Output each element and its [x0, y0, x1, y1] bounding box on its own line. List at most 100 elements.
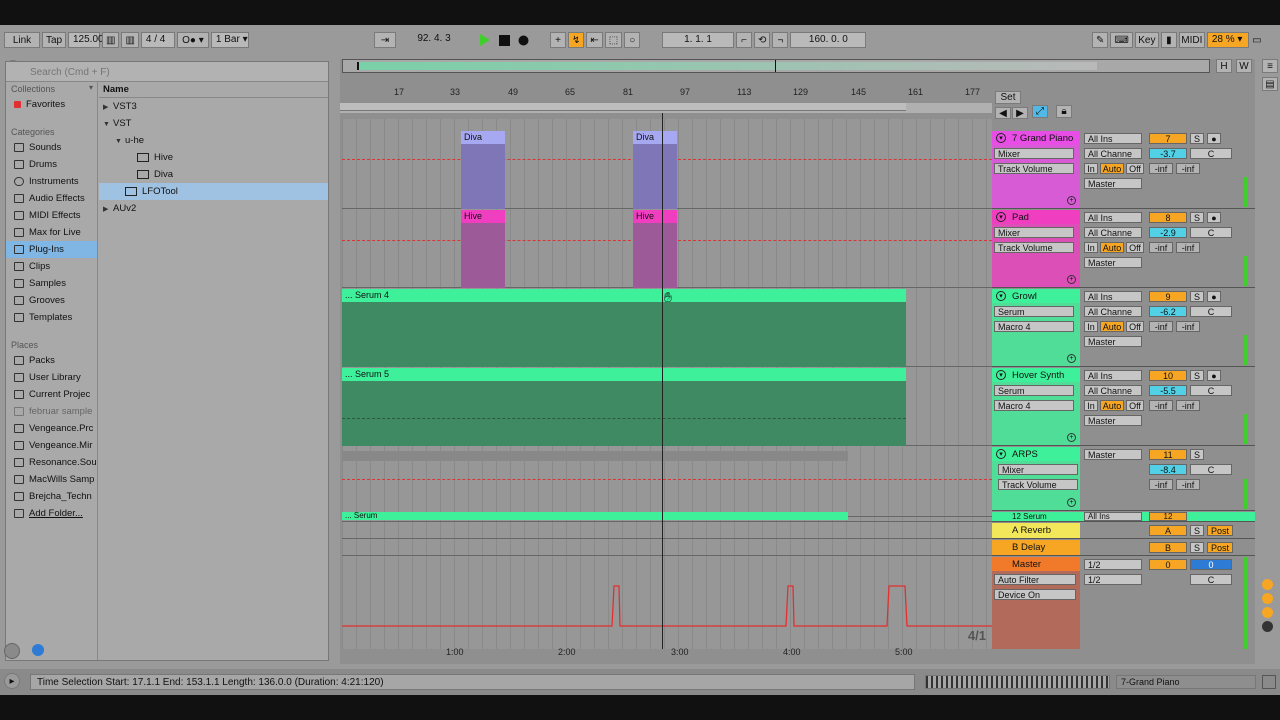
- pan-field[interactable]: C: [1190, 464, 1232, 475]
- category-templates[interactable]: Templates: [6, 309, 97, 326]
- preview-icon[interactable]: [32, 644, 44, 656]
- lane-arps[interactable]: [342, 447, 992, 517]
- param-chooser[interactable]: Macro 4: [994, 400, 1074, 411]
- lane-b-delay[interactable]: [342, 540, 992, 556]
- monitor-in-button[interactable]: In: [1084, 163, 1098, 174]
- volume-field[interactable]: -6.2: [1149, 306, 1187, 317]
- output-menu[interactable]: Master: [1084, 178, 1142, 189]
- arm-button[interactable]: ●: [1207, 212, 1221, 223]
- arm-button[interactable]: ●: [1207, 370, 1221, 381]
- add-lane-icon[interactable]: +: [1067, 498, 1076, 507]
- set-locator-button[interactable]: Set: [995, 91, 1021, 104]
- quantize-menu[interactable]: 1 Bar ▾: [210, 32, 249, 48]
- device-chooser[interactable]: Mixer: [998, 464, 1078, 475]
- track-activator[interactable]: 11: [1149, 449, 1187, 460]
- clip-diva-1[interactable]: Diva: [461, 131, 505, 209]
- capture-icon[interactable]: ⬚: [604, 32, 623, 48]
- collapse-icon[interactable]: ▼: [103, 116, 113, 133]
- category-drums[interactable]: Drums: [6, 156, 97, 173]
- lane-12-serum[interactable]: ... Serum: [342, 512, 992, 522]
- next-locator-icon[interactable]: ▶: [1012, 107, 1028, 119]
- solo-button[interactable]: S: [1190, 370, 1204, 381]
- arm-button[interactable]: ●: [1207, 133, 1221, 144]
- time-signature-field[interactable]: 4 / 4: [140, 32, 175, 48]
- track-title-area[interactable]: ▾ Pad Mixer Track Volume +: [992, 210, 1080, 287]
- track-activator[interactable]: 8: [1149, 212, 1187, 223]
- loop-region[interactable]: [340, 103, 906, 111]
- clip-diva-2[interactable]: Diva: [633, 131, 677, 209]
- input-type-menu[interactable]: All Ins: [1084, 212, 1142, 223]
- tree-auv2[interactable]: ▶ AUv2: [99, 200, 328, 217]
- track-title-area[interactable]: ▾ 7 Grand Piano Mixer Track Volume +: [992, 131, 1080, 208]
- place-brejcha-techno[interactable]: Brejcha_Techn: [6, 488, 97, 505]
- follow-icon[interactable]: ⇥: [374, 32, 396, 48]
- return-a-reverb[interactable]: A Reverb A S Post: [992, 523, 1255, 539]
- info-toggle-icon[interactable]: ≡: [1262, 59, 1278, 73]
- master-track[interactable]: Master Auto Filter Device On 1/2 1/2 0 0…: [992, 557, 1255, 649]
- overview-window[interactable]: [357, 62, 1097, 70]
- returns-toggle-icon[interactable]: [1262, 593, 1273, 604]
- return-a-post[interactable]: Post: [1207, 525, 1233, 536]
- track-activator[interactable]: 7: [1149, 133, 1187, 144]
- pan-field[interactable]: C: [1190, 385, 1232, 396]
- place-user-library[interactable]: User Library: [6, 369, 97, 386]
- expand-icon[interactable]: ▶: [103, 201, 113, 218]
- loop-brace[interactable]: [340, 103, 992, 113]
- output-menu[interactable]: Master: [1084, 257, 1142, 268]
- category-plug-ins[interactable]: Plug-Ins: [6, 241, 97, 258]
- back-to-arrangement-icon[interactable]: ⇤: [586, 32, 603, 48]
- track-header[interactable]: ▾ ARPS Mixer Track Volume + Master 11 S -8…: [992, 447, 1255, 511]
- track-header[interactable]: ▾ 7 Grand Piano Mixer Track Volume + All…: [992, 131, 1255, 209]
- category-grooves[interactable]: Grooves: [6, 292, 97, 309]
- input-channel-menu[interactable]: All Channe: [1084, 148, 1142, 159]
- loop-start-field[interactable]: 1. 1. 1: [662, 32, 734, 48]
- return-b-activator[interactable]: B: [1149, 542, 1187, 553]
- lane-pad[interactable]: Hive Hive: [342, 210, 992, 288]
- crossfader-toggle-icon[interactable]: [1262, 621, 1273, 632]
- status-expand-icon[interactable]: ▸: [4, 673, 20, 689]
- loop-length-field[interactable]: 160. 0. 0: [790, 32, 867, 48]
- monitor-auto-button[interactable]: Auto: [1100, 163, 1124, 174]
- overview-bar[interactable]: [342, 59, 1210, 73]
- add-folder-link[interactable]: Add Folder...: [6, 505, 97, 522]
- add-lane-icon[interactable]: +: [1067, 433, 1076, 442]
- solo-button[interactable]: S: [1190, 133, 1204, 144]
- return-b-delay[interactable]: B Delay B S Post: [992, 540, 1255, 556]
- time-ruler[interactable]: 1:00 2:00 3:00 4:00 5:00: [342, 647, 992, 661]
- tree-diva[interactable]: Diva: [99, 166, 328, 183]
- place-packs[interactable]: Packs: [6, 352, 97, 369]
- arrangement-lanes[interactable]: Diva Diva Hive Hive ... Serum 4 ... Seru…: [342, 113, 992, 649]
- place-vengeance-pro[interactable]: Vengeance.Prc: [6, 420, 97, 437]
- master-param-chooser[interactable]: Device On: [994, 589, 1076, 600]
- return-a-activator[interactable]: A: [1149, 525, 1187, 536]
- category-midi-effects[interactable]: MIDI Effects: [6, 207, 97, 224]
- io-toggle-icon[interactable]: [1262, 579, 1273, 590]
- track-title-area[interactable]: ▾ ARPS Mixer Track Volume +: [992, 447, 1080, 510]
- volume-field[interactable]: -5.5: [1149, 385, 1187, 396]
- place-vengeance-min[interactable]: Vengeance.Mir: [6, 437, 97, 454]
- volume-field[interactable]: -3.7: [1149, 148, 1187, 159]
- return-b-post[interactable]: Post: [1207, 542, 1233, 553]
- monitor-auto-button[interactable]: Auto: [1100, 321, 1124, 332]
- nudge-down-icon[interactable]: ▥: [102, 32, 120, 48]
- place-resonance-sound[interactable]: Resonance.Sou: [6, 454, 97, 471]
- track-header[interactable]: ▾ Growl Serum Macro 4 + All Ins All Chann…: [992, 289, 1255, 367]
- master-automation-envelope[interactable]: [342, 557, 992, 649]
- monitor-auto-button[interactable]: Auto: [1100, 242, 1124, 253]
- loop-switch-icon[interactable]: ⟲: [754, 32, 771, 48]
- output-menu[interactable]: Master: [1084, 415, 1142, 426]
- track-header[interactable]: ▾ Pad Mixer Track Volume + All Ins All Ch…: [992, 210, 1255, 288]
- stop-icon[interactable]: [496, 32, 513, 48]
- input-channel-menu[interactable]: All Channe: [1084, 385, 1142, 396]
- monitor-in-button[interactable]: In: [1084, 321, 1098, 332]
- lane-grand-piano[interactable]: Diva Diva: [342, 131, 992, 209]
- place-current-project[interactable]: Current Projec: [6, 386, 97, 403]
- monitor-off-button[interactable]: Off: [1126, 242, 1144, 253]
- category-samples[interactable]: Samples: [6, 275, 97, 292]
- volume-field[interactable]: -8.4: [1149, 464, 1187, 475]
- input-type-menu[interactable]: All Ins: [1084, 133, 1142, 144]
- mixer-toggle-icon[interactable]: [1262, 607, 1273, 618]
- solo-button[interactable]: S: [1190, 291, 1204, 302]
- clip-hive-1[interactable]: Hive: [461, 210, 505, 288]
- category-clips[interactable]: Clips: [6, 258, 97, 275]
